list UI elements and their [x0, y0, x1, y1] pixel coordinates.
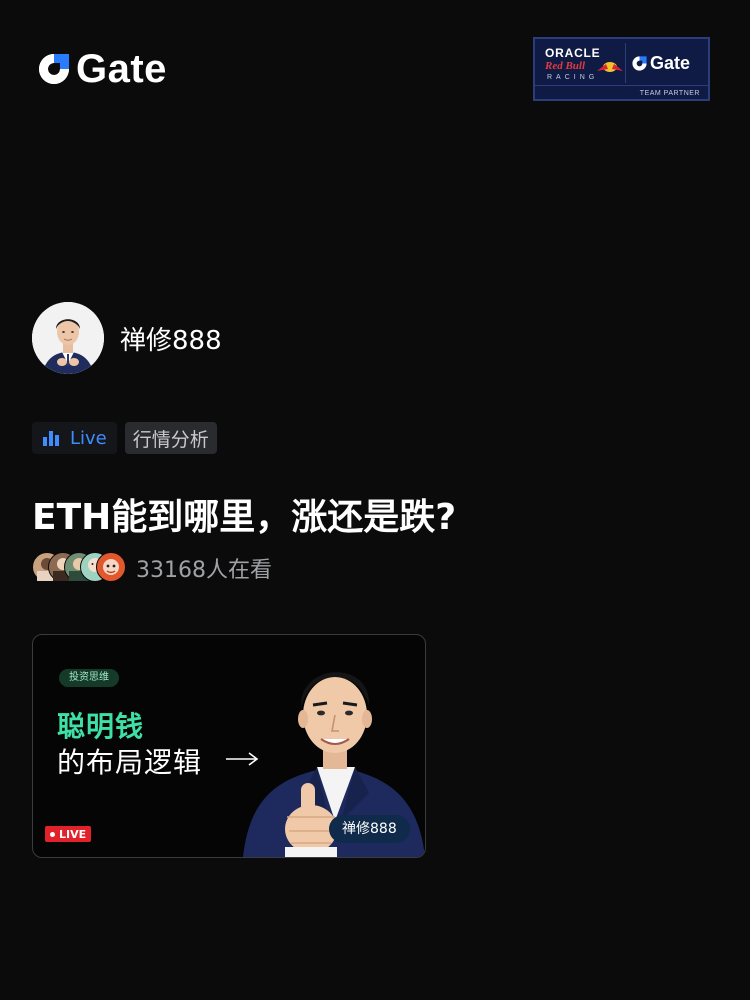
gate-logo-icon — [36, 51, 72, 87]
live-tag[interactable]: Live — [32, 422, 117, 454]
viewer-avatar — [96, 552, 126, 582]
topic-tag[interactable]: 行情分析 — [124, 422, 217, 454]
card-headline: 聪明钱 — [57, 710, 145, 743]
viewer-avatars — [32, 552, 128, 584]
host-profile[interactable]: 禅修888 — [32, 302, 222, 374]
badge-gate-logo: Gate — [631, 53, 690, 74]
team-partner-text: TEAM PARTNER — [639, 90, 700, 97]
card-host-name-pill: 禅修888 — [329, 815, 410, 843]
live-badge-label: LIVE — [59, 827, 87, 841]
viewer-count: 33168人在看 — [136, 558, 272, 583]
badge-gate-text: Gate — [650, 53, 691, 73]
stream-title: ETH能到哪里，涨还是跌? — [32, 497, 457, 538]
redbull-text: Red Bull — [545, 60, 586, 72]
logo-text: Gate — [76, 47, 167, 91]
badge-underline — [535, 85, 708, 86]
host-avatar[interactable] — [32, 302, 104, 374]
host-name[interactable]: 禅修888 — [120, 320, 222, 357]
oracle-text: ORACLE — [545, 46, 601, 60]
racing-text: RACING — [547, 74, 599, 81]
viewer-info: 33168人在看 — [32, 552, 272, 584]
gate-small-icon — [632, 56, 647, 71]
bull-icon — [597, 62, 623, 72]
live-tag-label: Live — [70, 427, 107, 449]
live-badge: LIVE — [45, 826, 92, 842]
oracle-redbull-partner-badge: ORACLE Red Bull RACING Gate TEAM PARTNER — [533, 37, 710, 101]
tag-row: Live 行情分析 — [32, 422, 217, 454]
live-dot-icon — [50, 831, 55, 837]
card-subheadline: 的布局逻辑 — [57, 746, 203, 779]
live-stream-card[interactable]: 投资思维 聪明钱 的布局逻辑 禅修888 LIVE — [32, 634, 426, 858]
card-category-tag: 投资思维 — [59, 669, 119, 687]
badge-divider — [625, 43, 626, 83]
bar-chart-icon — [43, 431, 59, 446]
oracle-redbull-racing-logo: ORACLE Red Bull RACING — [541, 43, 624, 83]
gate-logo[interactable]: Gate — [36, 48, 167, 90]
